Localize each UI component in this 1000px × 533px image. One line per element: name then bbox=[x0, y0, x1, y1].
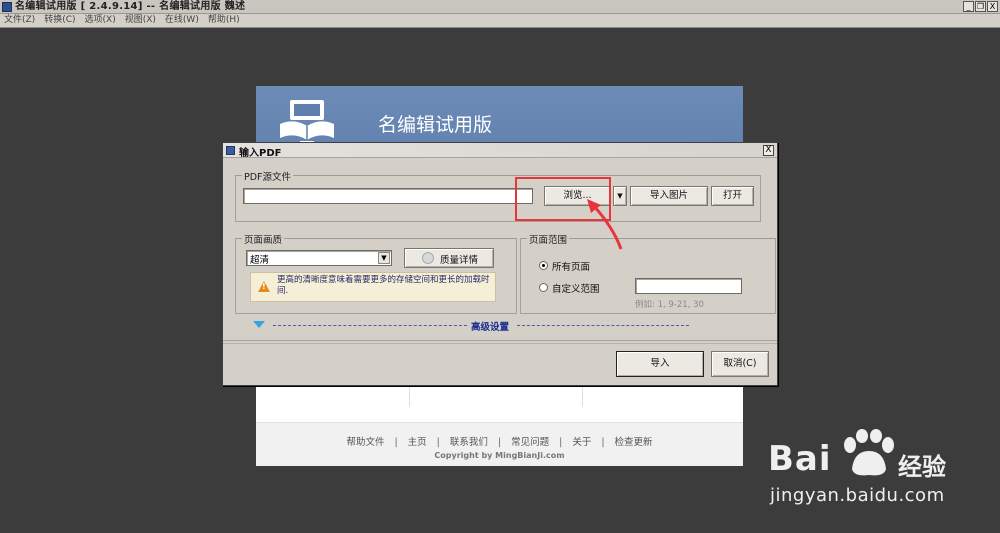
menu-view[interactable]: 视图(X) bbox=[121, 14, 161, 27]
window-controls: _ ❐ X bbox=[963, 1, 998, 12]
baidu-jingyan-watermark: Baidu 经验 jingyan.baidu.com bbox=[764, 425, 994, 517]
pdf-path-input[interactable] bbox=[243, 188, 533, 204]
page-range-legend: 页面范围 bbox=[527, 232, 570, 246]
restore-button[interactable]: ❐ bbox=[975, 1, 986, 12]
gear-icon bbox=[422, 252, 434, 264]
watermark-brand-cn: 经验 bbox=[898, 453, 946, 481]
page-quality-legend: 页面画质 bbox=[242, 232, 285, 246]
minimize-button[interactable]: _ bbox=[963, 1, 974, 12]
custom-range-radio[interactable] bbox=[539, 283, 548, 292]
window-titlebar: 名编辑试用版 [ 2.4.9.14] -- 名编辑试用版 魏述 _ ❐ X bbox=[0, 0, 1000, 14]
menu-online[interactable]: 在线(W) bbox=[161, 14, 204, 27]
close-button[interactable]: X bbox=[987, 1, 998, 12]
footer-link-contact[interactable]: 联系我们 bbox=[450, 437, 488, 448]
import-pdf-dialog: 输入PDF X PDF源文件 浏览... ▼ 导入图片 打开 页面画质 超清 ▼… bbox=[222, 142, 778, 386]
quality-select[interactable]: 超清 ▼ bbox=[246, 250, 392, 266]
custom-range-example: 例如: 1, 9-21, 30 bbox=[635, 300, 704, 310]
quality-details-label: 质量详情 bbox=[440, 255, 479, 266]
footer-link-home[interactable]: 主页 bbox=[408, 437, 427, 448]
quality-warning-box: 更高的清晰度意味着需要更多的存储空间和更长的加载时间. bbox=[250, 272, 496, 302]
app-icon bbox=[2, 2, 12, 12]
quality-details-button[interactable]: 质量详情 bbox=[404, 248, 494, 268]
expand-chevron-icon[interactable] bbox=[253, 321, 265, 328]
book-monitor-logo-icon bbox=[280, 100, 334, 145]
grid-divider bbox=[409, 387, 410, 407]
quality-warning-text: 更高的清晰度意味着需要更多的存储空间和更长的加载时间. bbox=[277, 275, 490, 296]
watermark-url: jingyan.baidu.com bbox=[770, 485, 945, 506]
menu-file[interactable]: 文件(Z) bbox=[0, 14, 40, 27]
pdf-source-legend: PDF源文件 bbox=[242, 169, 294, 183]
dialog-title: 输入PDF bbox=[239, 148, 282, 159]
custom-range-input[interactable] bbox=[635, 278, 742, 294]
all-pages-radio[interactable] bbox=[539, 261, 548, 270]
annotation-arrow bbox=[587, 199, 623, 250]
page-quality-group: 页面画质 超清 ▼ 质量详情 更高的清晰度意味着需要更多的存储空间和更长的加载时… bbox=[235, 232, 517, 314]
copyright-text: Copyright by MingBianJi.com bbox=[434, 451, 565, 460]
start-page-title: 名编辑试用版 bbox=[378, 114, 493, 136]
chevron-down-icon[interactable]: ▼ bbox=[378, 252, 390, 264]
grid-divider bbox=[582, 387, 583, 407]
footer-link-help[interactable]: 帮助文件 bbox=[346, 437, 384, 448]
dialog-titlebar: 输入PDF X bbox=[223, 143, 777, 159]
advanced-divider-right bbox=[517, 325, 689, 326]
footer-link-update[interactable]: 检查更新 bbox=[615, 437, 653, 448]
import-button[interactable]: 导入 bbox=[616, 351, 704, 377]
footer-link-faq[interactable]: 常见问题 bbox=[511, 437, 549, 448]
quality-select-value: 超清 bbox=[250, 255, 270, 266]
footer-links: 帮助文件 | 主页 | 联系我们 | 常见问题 | 关于 | 检查更新 bbox=[346, 437, 653, 448]
dialog-footer-divider bbox=[223, 343, 777, 344]
advanced-settings-label[interactable]: 高级设置 bbox=[471, 319, 509, 333]
start-page-grid bbox=[256, 386, 743, 407]
advanced-divider-left bbox=[273, 325, 467, 326]
start-page-footer: 帮助文件 | 主页 | 联系我们 | 常见问题 | 关于 | 检查更新 Copyright by M… bbox=[256, 422, 743, 466]
dialog-app-icon bbox=[226, 146, 235, 155]
warning-icon bbox=[258, 281, 270, 292]
window-title: 名编辑试用版 [ 2.4.9.14] -- 名编辑试用版 魏述 bbox=[15, 1, 246, 12]
page-range-group: 页面范围 所有页面 自定义范围 例如: 1, 9-21, 30 bbox=[520, 232, 776, 314]
watermark-brand: Baidu bbox=[768, 439, 832, 479]
footer-link-about[interactable]: 关于 bbox=[572, 437, 591, 448]
pdf-source-group: PDF源文件 浏览... ▼ 导入图片 打开 bbox=[235, 169, 761, 222]
menu-convert[interactable]: 转换(C) bbox=[40, 14, 80, 27]
custom-range-label: 自定义范围 bbox=[552, 284, 600, 295]
all-pages-label: 所有页面 bbox=[552, 262, 591, 273]
cancel-button[interactable]: 取消(C) bbox=[711, 351, 769, 377]
import-image-button[interactable]: 导入图片 bbox=[630, 186, 708, 206]
menu-help[interactable]: 帮助(H) bbox=[204, 14, 245, 27]
open-button[interactable]: 打开 bbox=[711, 186, 754, 206]
menu-options[interactable]: 选项(X) bbox=[81, 14, 121, 27]
advanced-settings-row: 高级设置 bbox=[223, 315, 777, 341]
dialog-close-button[interactable]: X bbox=[763, 145, 774, 156]
menubar: 文件(Z) 转换(C) 选项(X) 视图(X) 在线(W) 帮助(H) bbox=[0, 14, 1000, 28]
